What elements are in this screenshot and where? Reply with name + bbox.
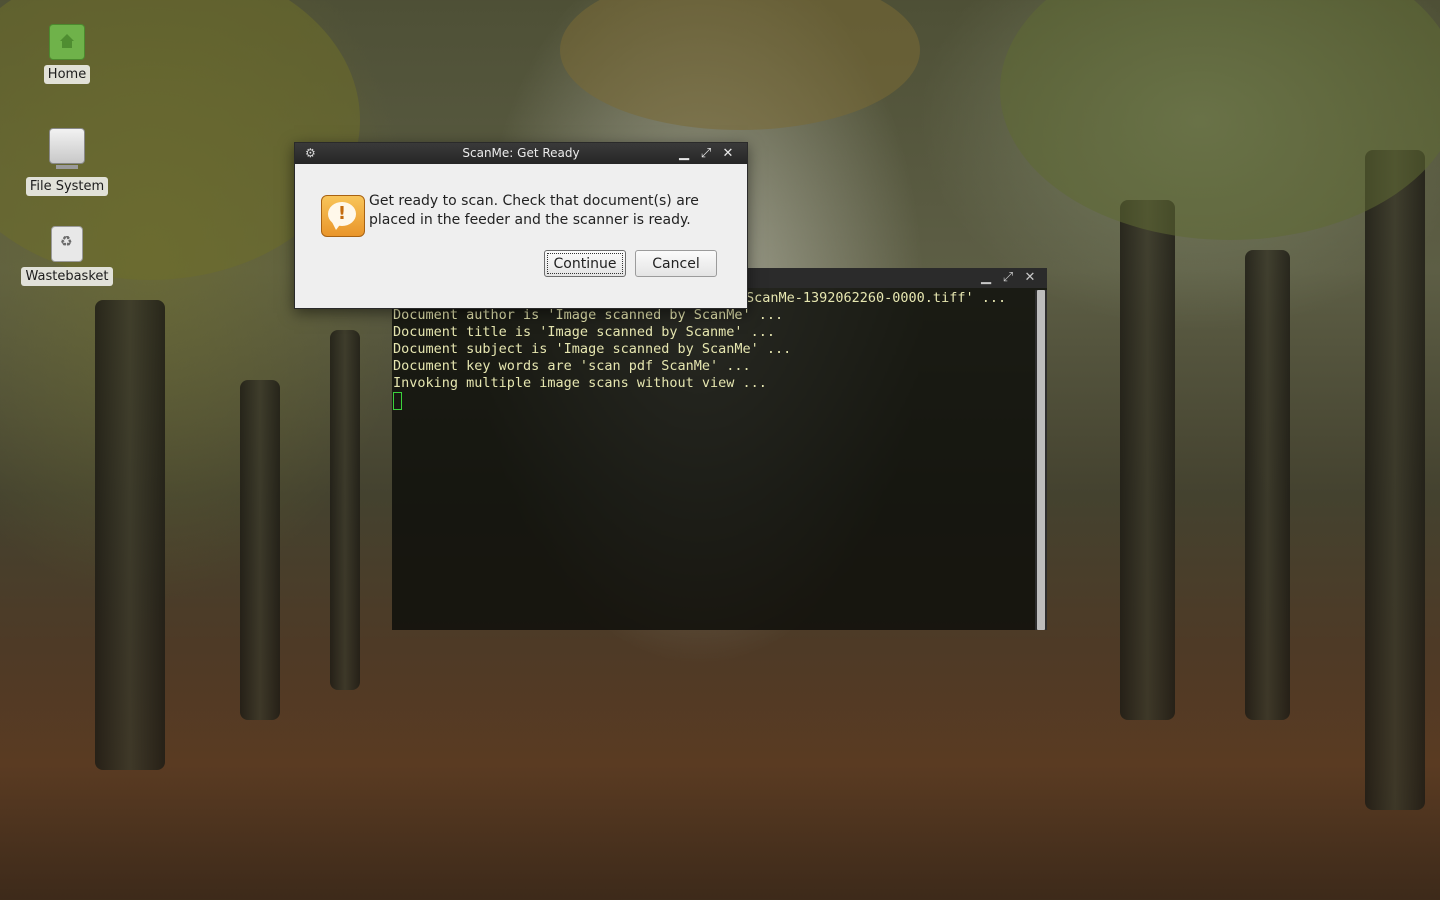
- wallpaper-tree-trunk: [1120, 200, 1175, 720]
- dialog-titlebar[interactable]: ⚙ ScanMe: Get Ready ▁ ⤢ ✕: [295, 143, 747, 164]
- terminal-line: Document key words are 'scan pdf ScanMe'…: [393, 358, 751, 374]
- cancel-button[interactable]: Cancel: [635, 250, 717, 277]
- minimize-icon[interactable]: ▁: [676, 143, 692, 164]
- continue-button[interactable]: Continue: [544, 250, 626, 277]
- maximize-icon[interactable]: ⤢: [1000, 270, 1016, 286]
- terminal-cursor: [393, 392, 402, 410]
- desktop-icon-home[interactable]: Home: [12, 24, 122, 84]
- wallpaper-tree-trunk: [95, 300, 165, 770]
- wallpaper-tree-trunk: [1245, 250, 1290, 720]
- wallpaper-foliage: [1000, 0, 1440, 240]
- home-folder-icon: [49, 24, 85, 60]
- terminal-scrollbar[interactable]: [1035, 290, 1047, 630]
- close-icon[interactable]: ✕: [1022, 270, 1038, 286]
- trash-icon: [51, 226, 83, 262]
- desktop-icon-wastebasket[interactable]: Wastebasket: [12, 226, 122, 286]
- warning-icon: !: [321, 195, 365, 237]
- close-icon[interactable]: ✕: [720, 143, 736, 164]
- terminal-line: Document subject is 'Image scanned by Sc…: [393, 341, 792, 357]
- scanme-get-ready-dialog[interactable]: ⚙ ScanMe: Get Ready ▁ ⤢ ✕ ! Get ready to…: [294, 142, 748, 309]
- terminal-line: Document author is 'Image scanned by Sca…: [393, 307, 784, 323]
- wallpaper-tree-trunk: [1365, 150, 1425, 810]
- desktop-icon-file-system[interactable]: File System: [12, 124, 122, 196]
- wallpaper-foliage: [560, 0, 920, 130]
- desktop-icon-label: Wastebasket: [21, 267, 113, 286]
- dialog-title: ScanMe: Get Ready: [462, 146, 580, 160]
- desktop-icon-label: File System: [25, 177, 109, 196]
- maximize-icon[interactable]: ⤢: [698, 143, 714, 164]
- wallpaper-tree-trunk: [240, 380, 280, 720]
- dialog-message: Get ready to scan. Check that document(s…: [369, 193, 699, 228]
- drive-icon: [49, 128, 85, 169]
- terminal-cursor-line: [393, 392, 1035, 410]
- desktop-icon-label: Home: [43, 65, 91, 84]
- minimize-icon[interactable]: ▁: [978, 270, 994, 286]
- bubble-tail: [332, 222, 342, 230]
- terminal-output[interactable]: ScanMe-1392062260-0000.tiff' ... Document…: [392, 290, 1035, 630]
- terminal-line: Invoking multiple image scans without vi…: [393, 375, 767, 391]
- terminal-window[interactable]: ▁ ⤢ ✕ ScanMe-1392062260-0000.tiff' ... Do…: [392, 268, 1047, 630]
- gear-icon[interactable]: ⚙: [305, 143, 316, 164]
- wallpaper-tree-trunk: [330, 330, 360, 690]
- scrollbar-thumb[interactable]: [1037, 290, 1045, 630]
- terminal-line: Document title is 'Image scanned by Scan…: [393, 324, 776, 340]
